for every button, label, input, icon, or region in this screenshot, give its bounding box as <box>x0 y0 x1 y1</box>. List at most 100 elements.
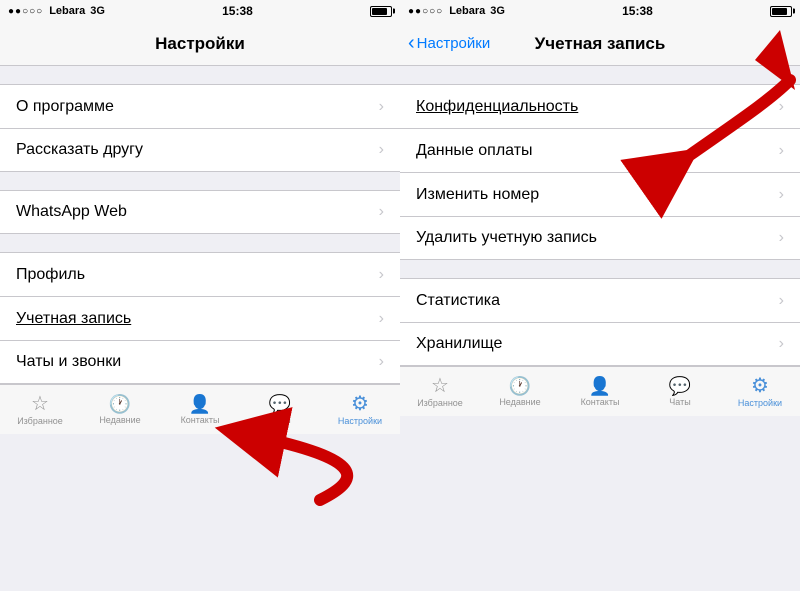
left-tab-bar: ☆ Избранное 🕐 Недавние 👤 Контакты 💬 Чаты… <box>0 384 400 434</box>
left-tab-contacts-icon: 👤 <box>189 395 211 413</box>
left-tab-chats-label: Чаты <box>269 415 290 425</box>
right-group-2: Статистика › Хранилище › <box>400 278 800 366</box>
right-item-statistika-label: Статистика <box>416 292 500 310</box>
left-battery <box>370 6 392 17</box>
right-group-1: Конфиденциальность › Данные оплаты › Изм… <box>400 84 800 260</box>
right-item-dannye-label: Данные оплаты <box>416 142 533 160</box>
left-nav-bar: Настройки <box>0 22 400 66</box>
left-signal: ●●○○○ Lebara 3G <box>8 5 105 17</box>
left-tab-chats[interactable]: 💬 Чаты <box>240 385 320 434</box>
right-signal: ●●○○○ Lebara 3G <box>408 5 505 17</box>
right-time: 15:38 <box>622 4 653 18</box>
left-item-whatsapp-web-label: WhatsApp Web <box>16 203 127 221</box>
right-chevron-5: › <box>779 335 784 353</box>
left-battery-icon <box>370 6 392 17</box>
right-chevron-4: › <box>779 292 784 310</box>
right-network: 3G <box>490 5 505 17</box>
left-time: 15:38 <box>222 4 253 18</box>
right-nav-title: Учетная запись <box>535 34 666 54</box>
left-group-3: Профиль › Учетная запись › Чаты и звонки… <box>0 252 400 384</box>
right-battery-icon <box>770 6 792 17</box>
left-item-chaty-zvonki[interactable]: Чаты и звонки › <box>0 340 400 384</box>
right-tab-chats-label: Чаты <box>669 397 690 407</box>
left-chevron-1: › <box>379 141 384 159</box>
right-item-izmenit-nomer[interactable]: Изменить номер › <box>400 172 800 216</box>
right-back-label: Настройки <box>417 35 491 52</box>
right-battery <box>770 6 792 17</box>
right-tab-favorites-label: Избранное <box>417 398 463 408</box>
right-tab-settings-label: Настройки <box>738 398 782 408</box>
left-tab-contacts-label: Контакты <box>181 415 220 425</box>
left-item-whatsapp-web[interactable]: WhatsApp Web › <box>0 190 400 234</box>
left-status-bar: ●●○○○ Lebara 3G 15:38 <box>0 0 400 22</box>
left-chevron-4: › <box>379 310 384 328</box>
right-chevron-1: › <box>779 142 784 160</box>
left-tab-favorites[interactable]: ☆ Избранное <box>0 385 80 434</box>
right-chevron-0: › <box>779 98 784 116</box>
left-item-rasskazat-label: Рассказать другу <box>16 141 143 159</box>
left-tab-recents-icon: 🕐 <box>109 395 131 413</box>
left-nav-title: Настройки <box>155 34 245 54</box>
right-tab-contacts[interactable]: 👤 Контакты <box>560 367 640 416</box>
right-back-chevron: ‹ <box>408 32 415 55</box>
right-status-bar: ●●○○○ Lebara 3G 15:38 <box>400 0 800 22</box>
right-carrier: Lebara <box>449 5 485 17</box>
left-item-profil[interactable]: Профиль › <box>0 252 400 296</box>
right-tab-settings-icon: ⚙ <box>751 376 769 396</box>
right-chevron-3: › <box>779 229 784 247</box>
right-item-udalit-uchet[interactable]: Удалить учетную запись › <box>400 216 800 260</box>
right-tab-favorites[interactable]: ☆ Избранное <box>400 367 480 416</box>
right-item-konfidencialnost[interactable]: Конфиденциальность › <box>400 84 800 128</box>
left-settings-list: О программе › Рассказать другу › WhatsAp… <box>0 66 400 384</box>
right-tab-recents-icon: 🕐 <box>509 377 531 395</box>
left-group-2: WhatsApp Web › <box>0 190 400 234</box>
right-item-udalit-label: Удалить учетную запись <box>416 229 597 247</box>
right-panel: ●●○○○ Lebara 3G 15:38 Учетная запись ‹ Н… <box>400 0 800 591</box>
left-network: 3G <box>90 5 105 17</box>
right-item-izmenit-label: Изменить номер <box>416 186 539 204</box>
right-nav-bar: Учетная запись ‹ Настройки <box>400 22 800 66</box>
right-back-button[interactable]: ‹ Настройки <box>408 32 490 55</box>
left-tab-settings[interactable]: ⚙ Настройки <box>320 385 400 434</box>
left-carrier: Lebara <box>49 5 85 17</box>
left-item-o-programme[interactable]: О программе › <box>0 84 400 128</box>
left-chevron-3: › <box>379 266 384 284</box>
right-settings-list: Конфиденциальность › Данные оплаты › Изм… <box>400 66 800 366</box>
left-panel: ●●○○○ Lebara 3G 15:38 Настройки О програ… <box>0 0 400 591</box>
right-item-dannye-oplaty[interactable]: Данные оплаты › <box>400 128 800 172</box>
right-tab-contacts-icon: 👤 <box>589 377 611 395</box>
right-item-hranilishe-label: Хранилище <box>416 335 502 353</box>
right-signal-dots: ●●○○○ <box>408 6 443 17</box>
right-item-statistika[interactable]: Статистика › <box>400 278 800 322</box>
right-tab-chats[interactable]: 💬 Чаты <box>640 367 720 416</box>
left-item-uchet-label: Учетная запись <box>16 310 131 328</box>
left-tab-recents[interactable]: 🕐 Недавние <box>80 385 160 434</box>
right-item-hranilishe[interactable]: Хранилище › <box>400 322 800 366</box>
left-tab-favorites-icon: ☆ <box>31 394 49 414</box>
left-item-rasskazat[interactable]: Рассказать другу › <box>0 128 400 172</box>
left-tab-settings-icon: ⚙ <box>351 394 369 414</box>
right-tab-recents[interactable]: 🕐 Недавние <box>480 367 560 416</box>
left-battery-fill <box>372 8 387 15</box>
right-tab-favorites-icon: ☆ <box>431 376 449 396</box>
left-group-1: О программе › Рассказать другу › <box>0 84 400 172</box>
right-chevron-2: › <box>779 186 784 204</box>
left-tab-contacts[interactable]: 👤 Контакты <box>160 385 240 434</box>
left-tab-favorites-label: Избранное <box>17 416 63 426</box>
right-battery-fill <box>772 8 787 15</box>
left-chevron-0: › <box>379 98 384 116</box>
left-signal-dots: ●●○○○ <box>8 6 43 17</box>
left-item-o-programme-label: О программе <box>16 98 114 116</box>
left-item-uchetная-zapis[interactable]: Учетная запись › <box>0 296 400 340</box>
left-chevron-2: › <box>379 203 384 221</box>
right-tab-recents-label: Недавние <box>499 397 540 407</box>
right-tab-bar: ☆ Избранное 🕐 Недавние 👤 Контакты 💬 Чаты… <box>400 366 800 416</box>
left-item-chaty-label: Чаты и звонки <box>16 353 121 371</box>
left-tab-recents-label: Недавние <box>99 415 140 425</box>
right-tab-chats-icon: 💬 <box>669 377 691 395</box>
right-tab-settings[interactable]: ⚙ Настройки <box>720 367 800 416</box>
left-tab-chats-icon: 💬 <box>269 395 291 413</box>
right-item-konfidencialnost-label: Конфиденциальность <box>416 98 578 116</box>
left-chevron-5: › <box>379 353 384 371</box>
left-tab-settings-label: Настройки <box>338 416 382 426</box>
